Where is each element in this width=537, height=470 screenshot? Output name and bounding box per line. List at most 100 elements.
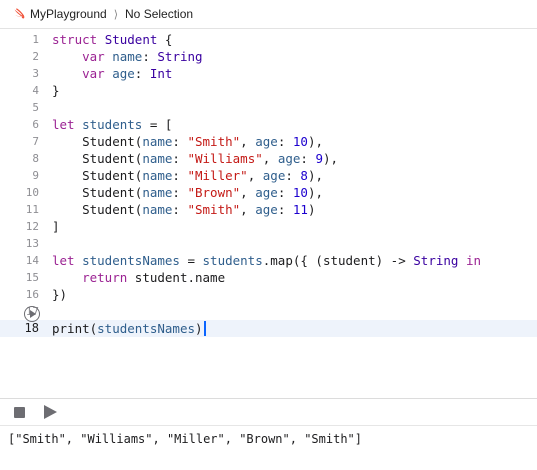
- code-token: ,: [262, 151, 278, 166]
- code-token: :: [172, 185, 188, 200]
- code-line[interactable]: 4}: [0, 82, 537, 99]
- code-line[interactable]: 8 Student(name: "Williams", age: 9),: [0, 150, 537, 167]
- code-token: struct: [52, 32, 98, 47]
- code-token: }: [52, 83, 60, 98]
- code-token: ,: [240, 134, 256, 149]
- line-number: 1: [32, 33, 39, 46]
- code-token: students: [82, 117, 143, 132]
- code-token: name: [142, 202, 173, 217]
- code-editor[interactable]: 1 struct Student {2 var name: String 3 var…: [0, 30, 537, 398]
- code-token: 10: [292, 185, 308, 200]
- code-line[interactable]: 1 struct Student {: [0, 31, 537, 48]
- code-line[interactable]: 10 Student(name: "Brown", age: 10),: [0, 184, 537, 201]
- stop-icon[interactable]: [14, 407, 25, 418]
- code-line[interactable]: 7 Student(name: "Smith", age: 10),: [0, 133, 537, 150]
- code-line[interactable]: 3 var age: Int: [0, 65, 537, 82]
- code-text: var name: String: [52, 48, 202, 65]
- code-token: :: [277, 185, 293, 200]
- code-line[interactable]: 16}): [0, 286, 537, 303]
- code-token: :: [277, 134, 293, 149]
- code-token: Student(: [52, 151, 143, 166]
- code-line[interactable]: 15 return student.name: [0, 269, 537, 286]
- code-token: var: [82, 66, 105, 81]
- code-token: :: [172, 202, 188, 217]
- code-line[interactable]: 9 Student(name: "Miller", age: 8),: [0, 167, 537, 184]
- console-output: ["Smith", "Williams", "Miller", "Brown",…: [8, 432, 363, 446]
- code-line[interactable]: 11 Student(name: "Smith", age: 11): [0, 201, 537, 218]
- code-text: Student(name: "Brown", age: 10),: [52, 184, 323, 201]
- line-number: 15: [25, 271, 39, 284]
- line-number: 2: [32, 50, 39, 63]
- swift-icon: [14, 8, 25, 19]
- code-line[interactable]: 12]: [0, 218, 537, 235]
- code-token: "Miller": [187, 168, 248, 183]
- code-token: var: [82, 49, 105, 64]
- breadcrumb-project[interactable]: MyPlayground: [30, 7, 107, 21]
- code-token: Student(: [52, 185, 143, 200]
- line-number: 14: [25, 254, 39, 267]
- code-token: :: [277, 202, 293, 217]
- code-token: ),: [322, 151, 339, 166]
- code-token: ),: [307, 168, 323, 183]
- code-line[interactable]: 6 let students = [: [0, 116, 537, 133]
- code-text: struct Student {: [52, 31, 172, 48]
- code-token: ,: [240, 202, 256, 217]
- code-token: name: [112, 49, 143, 64]
- code-text: }): [52, 286, 67, 303]
- code-token: ): [307, 202, 316, 217]
- line-number: 12: [25, 220, 39, 233]
- code-line[interactable]: 14 let studentsNames = students.map({ (st…: [0, 252, 537, 269]
- code-token: name: [142, 151, 173, 166]
- code-text: Student(name: "Smith", age: 10),: [52, 133, 323, 150]
- code-token: name: [142, 134, 173, 149]
- debug-bar: [0, 398, 537, 425]
- code-line[interactable]: 13: [0, 235, 537, 252]
- code-token: 9: [315, 151, 323, 166]
- breadcrumb-selection[interactable]: No Selection: [125, 7, 193, 21]
- line-number: 8: [32, 152, 39, 165]
- code-token: ]: [52, 219, 60, 234]
- code-line[interactable]: 2 var name: String: [0, 48, 537, 65]
- run-line-icon[interactable]: [24, 306, 40, 322]
- code-token: let: [52, 117, 75, 132]
- code-token: = [: [142, 117, 173, 132]
- code-token: age: [255, 185, 278, 200]
- code-text: }: [52, 82, 60, 99]
- code-token: 10: [292, 134, 308, 149]
- console-area[interactable]: ["Smith", "Williams", "Miller", "Brown",…: [0, 425, 537, 470]
- code-token: age: [255, 202, 278, 217]
- code-token: let: [52, 253, 75, 268]
- code-token: Int: [149, 66, 173, 81]
- code-token: :: [172, 134, 188, 149]
- code-token: }): [52, 287, 68, 302]
- code-token: age: [277, 151, 301, 166]
- line-number: 6: [32, 118, 39, 131]
- line-number: 16: [25, 288, 39, 301]
- code-token: =: [179, 253, 203, 268]
- code-text: Student(name: "Williams", age: 9),: [52, 150, 338, 167]
- code-line[interactable]: 18 print(studentsNames): [0, 320, 537, 337]
- code-line[interactable]: 17: [0, 303, 537, 320]
- code-token: studentsNames: [97, 321, 195, 336]
- line-number: 10: [25, 186, 39, 199]
- code-token: :: [172, 151, 188, 166]
- code-token: :: [300, 151, 316, 166]
- play-icon[interactable]: [44, 405, 57, 419]
- line-number: 13: [25, 237, 39, 250]
- line-number: 4: [32, 84, 39, 97]
- code-line[interactable]: 5: [0, 99, 537, 116]
- code-token: {: [157, 32, 173, 47]
- line-number: 9: [32, 169, 39, 182]
- code-token: age: [255, 134, 278, 149]
- code-token: :: [285, 168, 301, 183]
- code-token: ,: [240, 185, 256, 200]
- code-token: age: [112, 66, 135, 81]
- code-token: name: [142, 168, 173, 183]
- code-text: let students = [: [52, 116, 172, 133]
- code-token: "Williams": [187, 151, 263, 166]
